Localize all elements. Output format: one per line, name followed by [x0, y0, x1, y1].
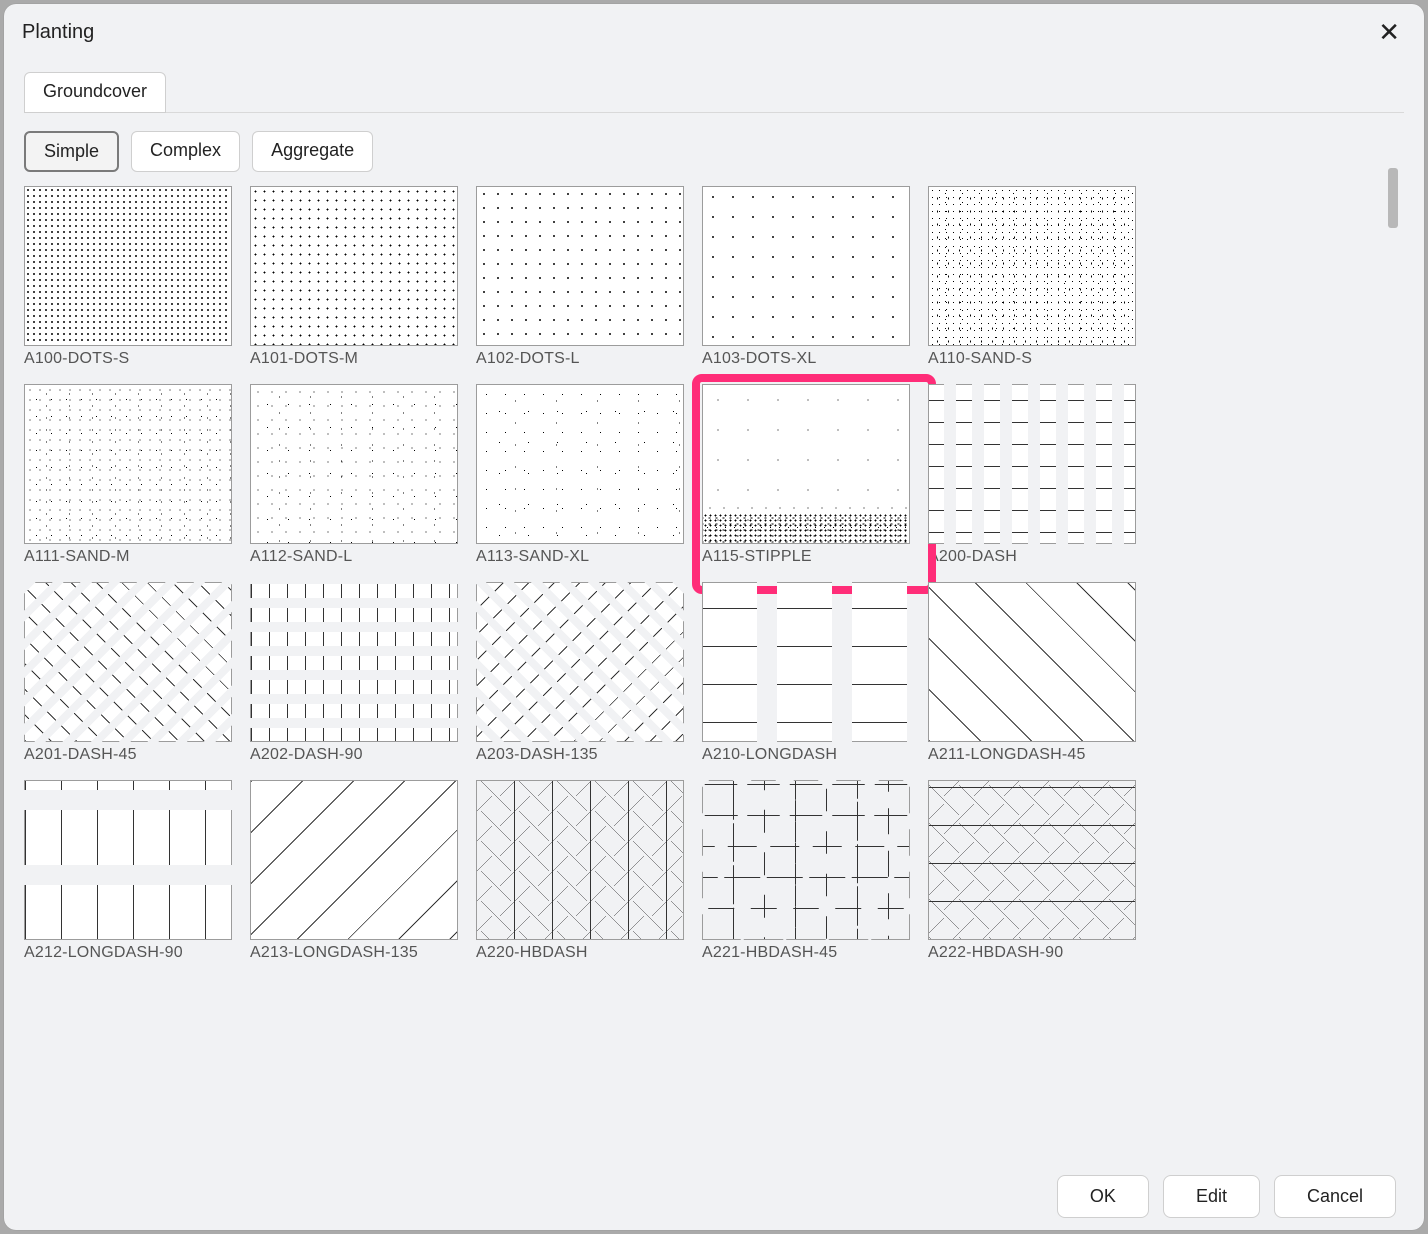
pattern-a102-dots-l[interactable]: A102-DOTS-L [476, 186, 684, 368]
pattern-label: A203-DASH-135 [476, 746, 684, 764]
pattern-swatch [24, 582, 232, 742]
dialog-footer: OK Edit Cancel [4, 1162, 1424, 1230]
pattern-swatch [928, 384, 1136, 544]
pattern-label: A113-SAND-XL [476, 548, 684, 566]
pattern-swatch [928, 582, 1136, 742]
pattern-swatch [702, 582, 910, 742]
pattern-a103-dots-xl[interactable]: A103-DOTS-XL [702, 186, 910, 368]
pattern-label: A220-HBDASH [476, 944, 684, 962]
pattern-label: A112-SAND-L [250, 548, 458, 566]
pattern-a201-dash-45[interactable]: A201-DASH-45 [24, 582, 232, 764]
pattern-label: A200-DASH [928, 548, 1136, 566]
filter-complex[interactable]: Complex [131, 131, 240, 172]
pattern-a212-longdash-90[interactable]: A212-LONGDASH-90 [24, 780, 232, 962]
titlebar: Planting ✕ [4, 4, 1424, 60]
pattern-label: A115-STIPPLE [702, 548, 910, 566]
pattern-swatch [250, 186, 458, 346]
pattern-swatch [476, 384, 684, 544]
pattern-label: A211-LONGDASH-45 [928, 746, 1136, 764]
planting-dialog: Planting ✕ Groundcover Simple Complex Ag… [4, 4, 1424, 1230]
pattern-a221-hbdash-45[interactable]: A221-HBDASH-45 [702, 780, 910, 962]
pattern-swatch [476, 582, 684, 742]
tab-groundcover[interactable]: Groundcover [24, 72, 166, 113]
pattern-swatch [250, 384, 458, 544]
pattern-a100-dots-s[interactable]: A100-DOTS-S [24, 186, 232, 368]
pattern-swatch [24, 780, 232, 940]
pattern-a202-dash-90[interactable]: A202-DASH-90 [250, 582, 458, 764]
pattern-label: A102-DOTS-L [476, 350, 684, 368]
dialog-title: Planting [22, 21, 94, 44]
pattern-gallery: A100-DOTS-S A101-DOTS-M A102-DOTS-L A103-DO… [24, 186, 1132, 962]
content-area: Groundcover Simple Complex Aggregate A10… [4, 60, 1424, 1230]
pattern-a110-sand-s[interactable]: A110-SAND-S [928, 186, 1136, 368]
pattern-label: A201-DASH-45 [24, 746, 232, 764]
pattern-label: A221-HBDASH-45 [702, 944, 910, 962]
pattern-label: A202-DASH-90 [250, 746, 458, 764]
pattern-swatch [702, 186, 910, 346]
pattern-swatch [702, 384, 910, 544]
pattern-swatch [24, 384, 232, 544]
pattern-a203-dash-135[interactable]: A203-DASH-135 [476, 582, 684, 764]
pattern-a115-stipple[interactable]: A115-STIPPLE [702, 384, 910, 566]
pattern-swatch [476, 780, 684, 940]
pattern-label: A111-SAND-M [24, 548, 232, 566]
edit-button[interactable]: Edit [1163, 1175, 1260, 1218]
pattern-swatch [476, 186, 684, 346]
pattern-a211-longdash-45[interactable]: A211-LONGDASH-45 [928, 582, 1136, 764]
pattern-label: A213-LONGDASH-135 [250, 944, 458, 962]
tabs: Groundcover [24, 72, 1404, 113]
pattern-a220-hbdash[interactable]: A220-HBDASH [476, 780, 684, 962]
pattern-label: A100-DOTS-S [24, 350, 232, 368]
ok-button[interactable]: OK [1057, 1175, 1149, 1218]
pattern-a200-dash[interactable]: A200-DASH [928, 384, 1136, 566]
pattern-swatch [24, 186, 232, 346]
filter-aggregate[interactable]: Aggregate [252, 131, 373, 172]
pattern-a111-sand-m[interactable]: A111-SAND-M [24, 384, 232, 566]
tabs-underline [24, 112, 1404, 113]
pattern-label: A103-DOTS-XL [702, 350, 910, 368]
pattern-label: A222-HBDASH-90 [928, 944, 1136, 962]
filter-simple[interactable]: Simple [24, 131, 119, 172]
pattern-label: A101-DOTS-M [250, 350, 458, 368]
pattern-label: A110-SAND-S [928, 350, 1136, 368]
cancel-button[interactable]: Cancel [1274, 1175, 1396, 1218]
pattern-swatch [928, 186, 1136, 346]
close-icon[interactable]: ✕ [1372, 15, 1406, 49]
pattern-a112-sand-l[interactable]: A112-SAND-L [250, 384, 458, 566]
pattern-swatch [928, 780, 1136, 940]
pattern-swatch [250, 780, 458, 940]
pattern-a113-sand-xl[interactable]: A113-SAND-XL [476, 384, 684, 566]
pattern-a210-longdash[interactable]: A210-LONGDASH [702, 582, 910, 764]
filter-row: Simple Complex Aggregate [24, 131, 1404, 172]
scrollbar-thumb[interactable] [1388, 168, 1398, 228]
pattern-a222-hbdash-90[interactable]: A222-HBDASH-90 [928, 780, 1136, 962]
pattern-label: A210-LONGDASH [702, 746, 910, 764]
pattern-swatch [250, 582, 458, 742]
pattern-swatch [702, 780, 910, 940]
pattern-a213-longdash-135[interactable]: A213-LONGDASH-135 [250, 780, 458, 962]
pattern-label: A212-LONGDASH-90 [24, 944, 232, 962]
pattern-a101-dots-m[interactable]: A101-DOTS-M [250, 186, 458, 368]
